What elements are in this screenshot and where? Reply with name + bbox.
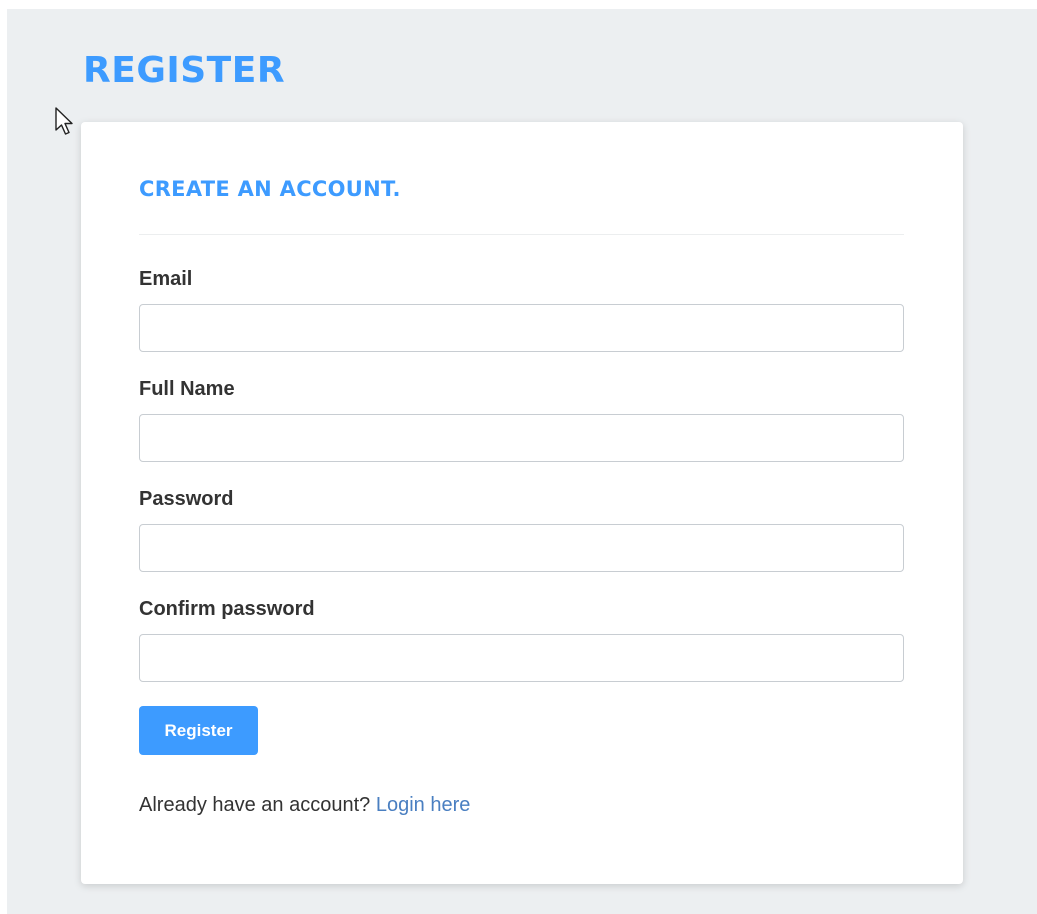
- card-heading: CREATE AN ACCOUNT.: [139, 177, 401, 201]
- email-field[interactable]: [139, 304, 904, 352]
- full-name-label: Full Name: [139, 378, 235, 400]
- register-card: CREATE AN ACCOUNT. Email Full Name Passw…: [81, 122, 963, 884]
- login-link[interactable]: Login here: [376, 794, 471, 816]
- divider: [139, 234, 904, 235]
- login-prompt: Already have an account? Login here: [139, 794, 470, 817]
- page-background: REGISTER CREATE AN ACCOUNT. Email Full N…: [7, 9, 1037, 914]
- password-field[interactable]: [139, 524, 904, 572]
- email-label: Email: [139, 268, 193, 290]
- password-label: Password: [139, 488, 234, 510]
- register-button[interactable]: Register: [139, 706, 258, 755]
- full-name-field[interactable]: [139, 414, 904, 462]
- confirm-password-field[interactable]: [139, 634, 904, 682]
- page-title: REGISTER: [83, 50, 286, 91]
- login-prompt-text: Already have an account?: [139, 794, 371, 816]
- mouse-pointer-icon: [55, 107, 73, 135]
- confirm-password-label: Confirm password: [139, 598, 315, 620]
